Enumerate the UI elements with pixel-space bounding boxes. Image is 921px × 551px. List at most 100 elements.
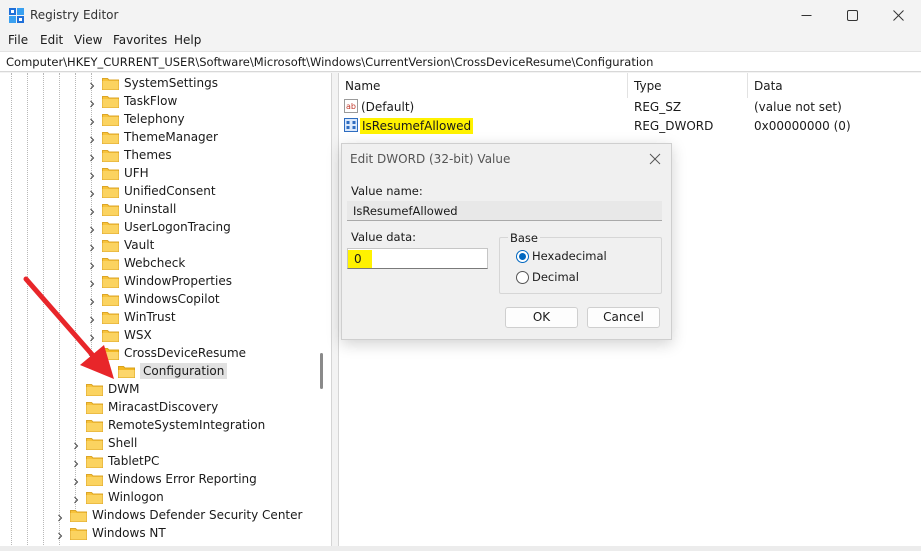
- annotation-arrow-icon: [23, 276, 114, 379]
- chevron-right-icon[interactable]: [88, 241, 96, 252]
- hexadecimal-radio[interactable]: [516, 250, 529, 263]
- value-name: (Default): [361, 100, 415, 114]
- close-button[interactable]: [875, 0, 921, 31]
- column-header-name[interactable]: Name: [339, 73, 628, 98]
- tree-node[interactable]: Vault: [88, 236, 154, 254]
- chevron-right-icon[interactable]: [88, 79, 96, 90]
- folder-icon: [86, 473, 103, 486]
- decimal-label[interactable]: Decimal: [532, 270, 579, 284]
- value-data-label: Value data:: [351, 230, 417, 244]
- folder-icon: [102, 77, 119, 90]
- folder-icon: [70, 509, 87, 522]
- tree-node[interactable]: Windows NT: [56, 524, 166, 542]
- chevron-right-icon[interactable]: [88, 205, 96, 216]
- chevron-right-icon[interactable]: [56, 511, 64, 522]
- tree-node[interactable]: Webcheck: [88, 254, 185, 272]
- folder-icon: [102, 257, 119, 270]
- tree-node[interactable]: Telephony: [88, 110, 185, 128]
- chevron-right-icon[interactable]: [88, 151, 96, 162]
- column-header-data[interactable]: Data: [748, 73, 921, 98]
- tree-node-label: SystemSettings: [124, 76, 218, 90]
- maximize-icon: [846, 10, 858, 21]
- chevron-right-icon[interactable]: [88, 169, 96, 180]
- tree-node-label: Shell: [108, 436, 138, 450]
- tree-node-label: Webcheck: [124, 256, 186, 270]
- column-header-type[interactable]: Type: [628, 73, 748, 98]
- value-name: IsResumefAllowed: [360, 118, 474, 134]
- dword-value-icon: [344, 118, 358, 132]
- cancel-button[interactable]: Cancel: [587, 307, 660, 328]
- tree-node[interactable]: Shell: [72, 434, 137, 452]
- tree-node-label: UnifiedConsent: [124, 184, 216, 198]
- chevron-right-icon[interactable]: [72, 439, 80, 450]
- tree-node-label: RemoteSystemIntegration: [108, 418, 266, 432]
- decimal-radio[interactable]: [516, 271, 529, 284]
- tree-node[interactable]: UFH: [88, 164, 149, 182]
- tree-node[interactable]: UserLogonTracing: [88, 218, 231, 236]
- value-data-input[interactable]: 0: [347, 248, 488, 269]
- close-icon: [892, 10, 904, 21]
- menu-edit[interactable]: Edit: [40, 33, 63, 47]
- tree-node-label: Windows NT: [92, 526, 166, 540]
- tree-node-label: Telephony: [124, 112, 185, 126]
- tree-node[interactable]: Uninstall: [88, 200, 176, 218]
- chevron-right-icon[interactable]: [88, 115, 96, 126]
- tree-node-label: TabletPC: [108, 454, 160, 468]
- tree-node[interactable]: ThemeManager: [88, 128, 218, 146]
- tree-guide-line: [11, 73, 12, 551]
- key-tree[interactable]: SystemSettings TaskFlow Telephony ThemeMana…: [0, 73, 332, 551]
- svg-text:ab: ab: [346, 102, 356, 111]
- folder-icon: [102, 167, 119, 180]
- chevron-right-icon[interactable]: [88, 97, 96, 108]
- folder-icon: [86, 437, 103, 450]
- tree-node[interactable]: Windows Error Reporting: [72, 470, 257, 488]
- maximize-button[interactable]: [829, 0, 875, 31]
- value-row[interactable]: IsResumefAllowed REG_DWORD 0x00000000 (0…: [339, 117, 921, 136]
- folder-icon: [102, 113, 119, 126]
- tree-node-label: ThemeManager: [124, 130, 218, 144]
- chevron-right-icon[interactable]: [88, 223, 96, 234]
- ok-button[interactable]: OK: [505, 307, 578, 328]
- window-title: Registry Editor: [30, 8, 119, 22]
- tree-node[interactable]: SystemSettings: [88, 74, 218, 92]
- chevron-right-icon[interactable]: [72, 493, 80, 504]
- tree-node-label: Uninstall: [124, 202, 177, 216]
- menu-favorites[interactable]: Favorites: [113, 33, 167, 47]
- chevron-right-icon[interactable]: [72, 475, 80, 486]
- chevron-right-icon[interactable]: [88, 133, 96, 144]
- tree-node[interactable]: RemoteSystemIntegration: [72, 416, 265, 434]
- dialog-close-icon[interactable]: [647, 151, 663, 167]
- tree-node[interactable]: Windows Defender Security Center: [56, 506, 302, 524]
- tree-scrollbar-thumb[interactable]: [320, 353, 323, 389]
- dialog-title: Edit DWORD (32-bit) Value: [350, 152, 511, 166]
- folder-icon: [86, 419, 103, 432]
- tree-node[interactable]: MiracastDiscovery: [72, 398, 218, 416]
- tree-node[interactable]: Winlogon: [72, 488, 164, 506]
- menu-file[interactable]: File: [8, 33, 28, 47]
- tree-node-label: Themes: [124, 148, 172, 162]
- chevron-right-icon[interactable]: [88, 259, 96, 270]
- hexadecimal-label[interactable]: Hexadecimal: [532, 249, 607, 263]
- folder-icon: [102, 131, 119, 144]
- tree-node[interactable]: Themes: [88, 146, 172, 164]
- tree-node-label: UserLogonTracing: [124, 220, 231, 234]
- chevron-right-icon[interactable]: [72, 457, 80, 468]
- menu-view[interactable]: View: [74, 33, 102, 47]
- base-group: [499, 237, 662, 294]
- chevron-right-icon[interactable]: [88, 187, 96, 198]
- tree-node-label: WindowsCopilot: [124, 292, 220, 306]
- address-bar[interactable]: Computer\HKEY_CURRENT_USER\Software\Micr…: [0, 51, 921, 72]
- edit-dword-dialog: Edit DWORD (32-bit) Value Value name: Is…: [341, 143, 672, 340]
- menu-help[interactable]: Help: [174, 33, 201, 47]
- value-row[interactable]: ab (Default) REG_SZ (value not set): [339, 98, 921, 117]
- tree-node[interactable]: UnifiedConsent: [88, 182, 216, 200]
- tree-node[interactable]: TabletPC: [72, 452, 159, 470]
- tree-node-label: UFH: [124, 166, 149, 180]
- minimize-button[interactable]: [783, 0, 829, 31]
- tree-node[interactable]: TaskFlow: [88, 92, 177, 110]
- folder-icon: [86, 455, 103, 468]
- chevron-right-icon[interactable]: [56, 529, 64, 540]
